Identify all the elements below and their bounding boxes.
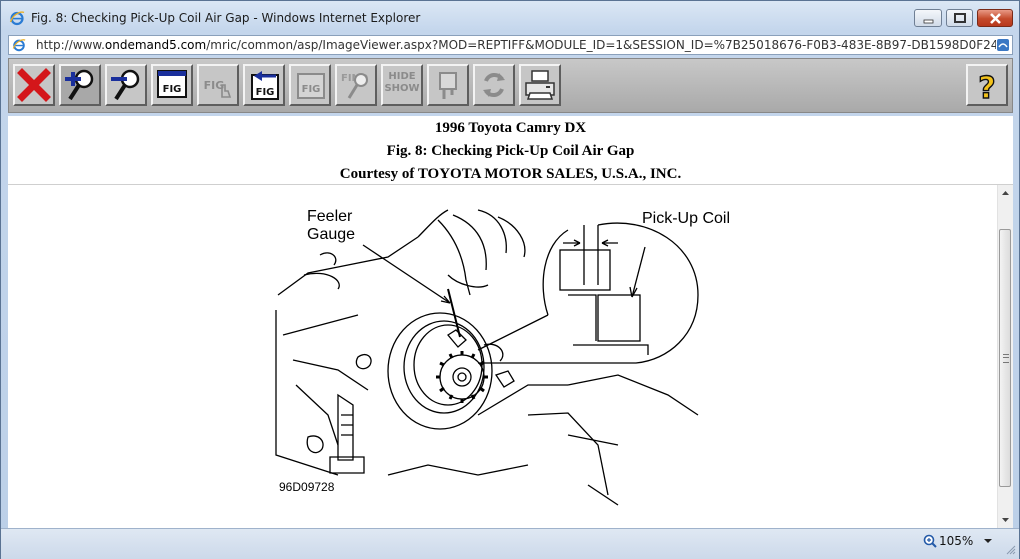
hide-show-icon: HIDE SHOW xyxy=(383,71,421,95)
zoom-out-button[interactable] xyxy=(105,64,147,106)
figure-header: 1996 Toyota Camry DX Fig. 8: Checking Pi… xyxy=(8,116,1013,185)
hide-show-button[interactable]: HIDE SHOW xyxy=(381,64,423,106)
svg-text:?: ? xyxy=(978,71,995,103)
browser-window: Fig. 8: Checking Pick-Up Coil Air Gap - … xyxy=(0,0,1020,559)
ie-logo-icon xyxy=(9,11,25,26)
show-label: SHOW xyxy=(384,83,420,94)
zoom-level[interactable]: 105% xyxy=(939,534,973,548)
find-button[interactable]: FIND xyxy=(335,64,377,106)
svg-text:FIG: FIG xyxy=(163,84,182,95)
url-domain: ondemand5.com xyxy=(104,38,207,52)
print-icon xyxy=(525,70,555,100)
svg-text:FIG: FIG xyxy=(302,84,321,95)
chevron-down-icon[interactable] xyxy=(983,534,993,546)
status-bar: 105% xyxy=(1,528,1019,559)
figure-title: Fig. 8: Checking Pick-Up Coil Air Gap xyxy=(386,143,635,159)
find-icon: FIND xyxy=(341,73,368,99)
viewer-toolbar: FIG FIG FIG FIG FIND xyxy=(8,58,1013,113)
url-prefix: http://www. xyxy=(36,38,105,52)
fig-back-button[interactable]: FIG xyxy=(243,64,285,106)
zoom-magnifier-icon xyxy=(923,534,937,548)
grip-icon xyxy=(1003,354,1009,363)
fig-button[interactable]: FIG xyxy=(289,64,331,106)
url-text[interactable]: http://www.ondemand5.com/mric/common/asp… xyxy=(36,38,996,52)
pickup-coil-illustration xyxy=(275,209,699,506)
minimize-icon xyxy=(923,19,934,24)
figure-code: 96D09728 xyxy=(279,480,335,494)
svg-text:FIG: FIG xyxy=(256,87,275,98)
close-viewer-button[interactable] xyxy=(13,64,55,106)
figure-image: Feeler Gauge Pick-Up Coil 96D09728 xyxy=(8,185,997,528)
courtesy-text: Courtesy of TOYOTA MOTOR SALES, U.S.A., … xyxy=(339,166,682,182)
address-bar[interactable]: http://www.ondemand5.com/mric/common/asp… xyxy=(8,35,1013,55)
window-title: Fig. 8: Checking Pick-Up Coil Air Gap - … xyxy=(31,11,421,25)
refresh-icon xyxy=(483,73,505,97)
ie-page-icon xyxy=(12,39,26,52)
zoom-in-icon xyxy=(65,69,94,101)
maximize-button[interactable] xyxy=(946,9,973,27)
feeler-line2: Gauge xyxy=(307,226,356,243)
maximize-icon xyxy=(954,13,966,23)
help-icon: ? xyxy=(978,70,997,103)
feeler-line1: Feeler xyxy=(307,208,353,225)
content-area: 1996 Toyota Camry DX Fig. 8: Checking Pi… xyxy=(8,116,1013,528)
close-window-button[interactable] xyxy=(977,9,1013,27)
vertical-scrollbar[interactable] xyxy=(997,185,1013,528)
fig-back-icon: FIG xyxy=(251,71,279,100)
pin-icon xyxy=(439,72,457,99)
refresh-button[interactable] xyxy=(473,64,515,106)
zoom-out-icon xyxy=(111,69,140,101)
pickup-coil-label: Pick-Up Coil xyxy=(642,210,731,227)
fig-window-icon: FIG xyxy=(157,70,187,98)
close-icon xyxy=(990,13,1001,24)
scroll-down-icon[interactable] xyxy=(998,512,1013,528)
fig-hand-button[interactable]: FIG xyxy=(197,64,239,106)
feeler-gauge-label: Feeler Gauge xyxy=(307,208,355,244)
title-bar: Fig. 8: Checking Pick-Up Coil Air Gap - … xyxy=(1,1,1019,35)
print-button[interactable] xyxy=(519,64,561,106)
vehicle-title: 1996 Toyota Camry DX xyxy=(434,120,587,136)
url-rest: /mric/common/asp/ImageViewer.aspx?MOD=RE… xyxy=(206,38,996,52)
help-button[interactable]: ? xyxy=(966,64,1008,106)
hide-label: HIDE xyxy=(388,71,416,82)
scroll-thumb[interactable] xyxy=(999,229,1011,487)
minimize-button[interactable] xyxy=(914,9,942,27)
fig-icon: FIG xyxy=(297,73,325,99)
fig-window-button[interactable]: FIG xyxy=(151,64,193,106)
resize-grip-icon[interactable] xyxy=(1006,545,1016,555)
zoom-in-button[interactable] xyxy=(59,64,101,106)
page-type-icon xyxy=(997,39,1009,51)
pin-button[interactable] xyxy=(427,64,469,106)
close-x-icon xyxy=(17,68,51,102)
fig-hand-icon: FIG xyxy=(204,79,232,98)
scroll-up-icon[interactable] xyxy=(998,185,1013,201)
